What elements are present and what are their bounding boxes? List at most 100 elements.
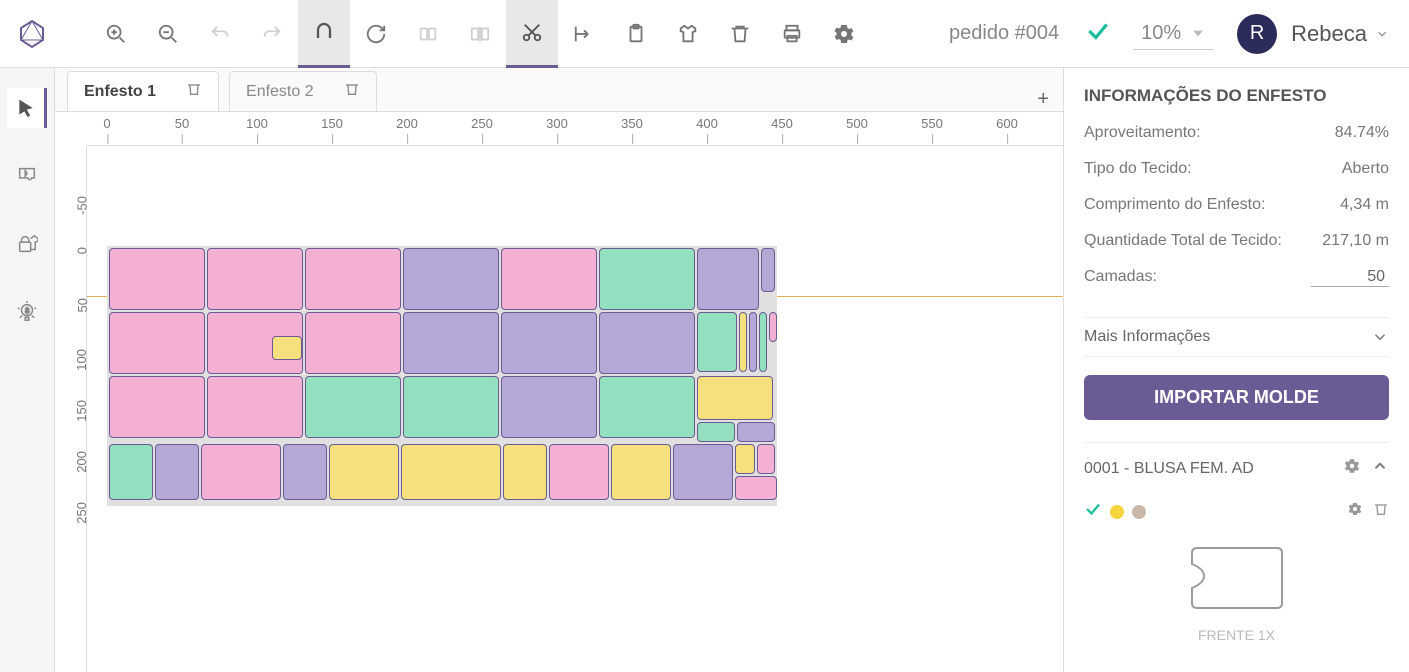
color-dot-yellow[interactable] (1110, 505, 1124, 519)
info-value: 217,10 m (1322, 232, 1389, 250)
info-quantidade: Quantidade Total de Tecido: 217,10 m (1084, 232, 1389, 250)
canvas[interactable] (87, 146, 1063, 672)
piece[interactable] (759, 312, 767, 372)
piece[interactable] (207, 376, 303, 438)
info-comprimento: Comprimento do Enfesto: 4,34 m (1084, 196, 1389, 214)
piece[interactable] (109, 312, 205, 374)
piece[interactable] (599, 248, 695, 310)
snap-button[interactable] (298, 0, 350, 68)
close-tab-icon[interactable] (186, 81, 202, 102)
piece[interactable] (501, 312, 597, 374)
chevron-down-icon (1191, 26, 1205, 40)
piece[interactable] (207, 248, 303, 310)
info-label: Quantidade Total de Tecido: (1084, 232, 1282, 250)
piece[interactable] (769, 312, 777, 342)
mold-preview[interactable] (1177, 533, 1297, 623)
print-button[interactable] (766, 0, 818, 68)
piece[interactable] (757, 444, 775, 474)
zoom-select[interactable]: 10% (1133, 18, 1213, 50)
chevron-down-icon (1371, 328, 1389, 346)
piece[interactable] (401, 444, 501, 500)
piece[interactable] (109, 248, 205, 310)
mirror-button[interactable] (454, 0, 506, 68)
lock-mold-tool[interactable] (7, 224, 47, 264)
puzzle-tool[interactable] (7, 156, 47, 196)
zoom-value: 10% (1141, 22, 1181, 45)
right-panel: INFORMAÇÕES DO ENFESTO Aproveitamento: 8… (1063, 68, 1409, 672)
piece[interactable] (735, 444, 755, 474)
settings-button[interactable] (818, 0, 870, 68)
layers-input[interactable] (1311, 268, 1389, 287)
info-value: 84.74% (1335, 124, 1389, 142)
tab-enfesto-1[interactable]: Enfesto 1 (67, 71, 219, 111)
mold-name: 0001 - BLUSA FEM. AD (1084, 460, 1254, 478)
zoom-in-button[interactable] (90, 0, 142, 68)
color-dot-taupe[interactable] (1132, 505, 1146, 519)
gear-icon[interactable] (1343, 457, 1361, 480)
piece[interactable] (503, 444, 547, 500)
info-label: Camadas: (1084, 268, 1157, 287)
piece[interactable] (403, 312, 499, 374)
piece[interactable] (749, 312, 757, 372)
shirt-button[interactable] (662, 0, 714, 68)
piece[interactable] (599, 312, 695, 374)
more-info-label: Mais Informações (1084, 328, 1210, 346)
info-tipo: Tipo do Tecido: Aberto (1084, 160, 1389, 178)
piece[interactable] (697, 422, 735, 442)
delete-icon[interactable] (1373, 501, 1389, 522)
copy-mold-button[interactable] (402, 0, 454, 68)
select-tool[interactable] (7, 88, 47, 128)
piece[interactable] (673, 444, 733, 500)
piece[interactable] (697, 248, 759, 310)
user-menu[interactable]: Rebeca (1291, 21, 1389, 47)
piece[interactable] (739, 312, 747, 372)
piece[interactable] (761, 248, 775, 292)
add-tab-button[interactable]: + (1037, 88, 1049, 111)
zoom-out-button[interactable] (142, 0, 194, 68)
left-rail: $ (0, 68, 55, 672)
export-button[interactable] (558, 0, 610, 68)
piece[interactable] (501, 248, 597, 310)
order-label: pedido #004 (949, 22, 1059, 45)
piece[interactable] (305, 312, 401, 374)
piece[interactable] (737, 422, 775, 442)
piece[interactable] (109, 376, 205, 438)
piece[interactable] (599, 376, 695, 438)
piece[interactable] (283, 444, 327, 500)
piece[interactable] (611, 444, 671, 500)
chevron-up-icon[interactable] (1371, 457, 1389, 480)
mold-piece-caption: FRENTE 1X (1084, 627, 1389, 643)
undo-button[interactable] (194, 0, 246, 68)
close-tab-icon[interactable] (344, 81, 360, 102)
tab-enfesto-2[interactable]: Enfesto 2 (229, 71, 377, 111)
piece[interactable] (403, 248, 499, 310)
gear-icon[interactable] (1347, 501, 1363, 522)
import-mold-button[interactable]: IMPORTAR MOLDE (1084, 375, 1389, 420)
piece[interactable] (403, 376, 499, 438)
piece[interactable] (501, 376, 597, 438)
piece[interactable] (272, 336, 302, 360)
refresh-button[interactable] (350, 0, 402, 68)
piece[interactable] (697, 312, 737, 372)
piece[interactable] (735, 476, 777, 500)
logo[interactable] (12, 14, 52, 54)
idea-tool[interactable]: $ (7, 292, 47, 332)
redo-button[interactable] (246, 0, 298, 68)
piece[interactable] (549, 444, 609, 500)
piece[interactable] (109, 444, 153, 500)
piece[interactable] (155, 444, 199, 500)
piece[interactable] (201, 444, 281, 500)
chevron-down-icon (1375, 27, 1389, 41)
piece[interactable] (305, 376, 401, 438)
cut-button[interactable] (506, 0, 558, 68)
mold-item: 0001 - BLUSA FEM. AD (1084, 442, 1389, 643)
piece[interactable] (305, 248, 401, 310)
more-info-toggle[interactable]: Mais Informações (1084, 317, 1389, 357)
valid-check-icon (1085, 18, 1111, 49)
delete-button[interactable] (714, 0, 766, 68)
canvas-area: Enfesto 1 Enfesto 2 + 050100150200250300… (55, 68, 1063, 672)
piece[interactable] (697, 376, 773, 420)
avatar[interactable]: R (1237, 14, 1277, 54)
piece[interactable] (329, 444, 399, 500)
clipboard-button[interactable] (610, 0, 662, 68)
